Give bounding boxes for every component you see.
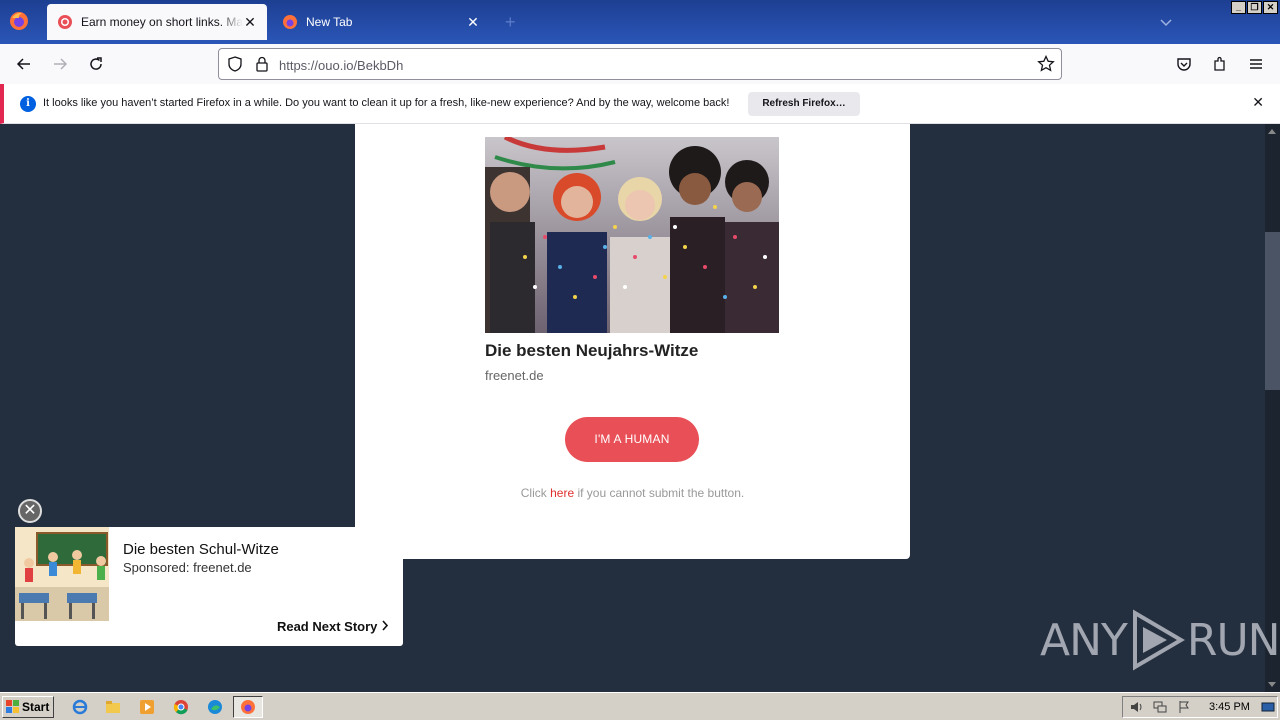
here-link[interactable]: here [550, 486, 574, 500]
action-center-flag-icon[interactable] [1177, 700, 1191, 714]
bookmark-star-icon[interactable] [1037, 55, 1055, 73]
system-tray: 3:45 PM [1122, 696, 1278, 718]
start-button[interactable]: Start [2, 696, 54, 718]
edge-icon[interactable] [207, 699, 223, 715]
windows-logo-icon [6, 700, 19, 713]
tab-earn-money[interactable]: Earn money on short links. Make sh ✕ [47, 4, 267, 40]
media-player-icon[interactable] [139, 699, 155, 715]
story-sponsor: Sponsored: freenet.de [123, 560, 252, 575]
show-desktop-icon[interactable] [1261, 700, 1275, 714]
firefox-favicon-icon [283, 15, 297, 29]
tab-label: Earn money on short links. Make sh [81, 15, 243, 29]
reload-icon[interactable] [87, 55, 105, 73]
close-window-button[interactable]: ✕ [1263, 1, 1278, 14]
tab-label: New Tab [306, 15, 353, 29]
tracking-shield-icon[interactable] [227, 56, 243, 72]
party-photo [485, 137, 779, 333]
sponsored-story-popup[interactable]: Die besten Schul-Witze Sponsored: freene… [15, 527, 403, 646]
scrollbar-thumb[interactable] [1265, 232, 1280, 390]
back-arrow-icon[interactable] [15, 55, 33, 73]
windows-taskbar: Start 3:45 PM [0, 692, 1280, 720]
firefox-taskbar-icon [241, 700, 255, 714]
chevron-right-icon [382, 620, 389, 631]
chrome-icon[interactable] [173, 699, 189, 715]
pocket-icon[interactable] [1175, 55, 1193, 73]
tab-close-icon[interactable]: ✕ [243, 15, 257, 29]
story-title[interactable]: Die besten Schul-Witze [123, 541, 279, 558]
new-tab-button[interactable]: + [505, 12, 516, 33]
scroll-up-icon[interactable] [1268, 129, 1276, 134]
scroll-down-icon[interactable] [1268, 682, 1276, 687]
story-thumbnail[interactable] [15, 527, 109, 621]
im-a-human-button[interactable]: I'M A HUMAN [565, 417, 699, 462]
read-next-story-link[interactable]: Read Next Story [277, 619, 389, 634]
lock-icon[interactable] [255, 56, 269, 72]
info-icon: i [20, 96, 36, 112]
window-controls: _ ❐ ✕ [1231, 1, 1278, 14]
tab-strip: Earn money on short links. Make sh ✕ New… [0, 0, 1280, 44]
minimize-button[interactable]: _ [1231, 1, 1246, 14]
fallback-instructions: Click here if you cannot submit the butt… [355, 486, 910, 500]
content-card: Die besten Neujahrs-Witze freenet.de I'M… [355, 124, 910, 559]
watermark-left-text: ANY [1040, 614, 1128, 666]
anyrun-watermark: ANY RUN [1040, 608, 1280, 672]
firefox-taskbar-button[interactable] [233, 696, 263, 718]
internet-explorer-icon[interactable] [72, 699, 88, 715]
hamburger-menu-icon[interactable] [1247, 55, 1265, 73]
refresh-firefox-notification: i It looks like you haven’t started Fire… [0, 84, 1280, 124]
popup-close-button[interactable]: ✕ [18, 499, 42, 523]
click-text-after: if you cannot submit the button. [574, 486, 745, 500]
url-text[interactable]: https://ouo.io/BekbDh [279, 58, 403, 73]
read-next-label: Read Next Story [276, 619, 378, 634]
file-explorer-icon[interactable] [105, 699, 121, 715]
tab-close-icon[interactable]: ✕ [466, 15, 480, 29]
start-label: Start [22, 700, 50, 714]
tab-new-tab[interactable]: New Tab ✕ [272, 4, 490, 40]
notification-message: It looks like you haven’t started Firefo… [43, 97, 730, 109]
play-logo-icon [1132, 609, 1185, 671]
restore-button[interactable]: ❐ [1247, 1, 1262, 14]
firefox-icon[interactable] [8, 10, 30, 32]
click-text-before: Click [520, 486, 551, 500]
volume-icon[interactable] [1129, 700, 1143, 714]
watermark-right-text: RUN [1186, 614, 1280, 666]
page-scrollbar[interactable] [1265, 124, 1280, 692]
forward-arrow-icon[interactable] [51, 55, 69, 73]
ad-image[interactable] [485, 137, 779, 333]
network-icon[interactable] [1153, 700, 1167, 714]
taskbar-clock[interactable]: 3:45 PM [1209, 701, 1250, 713]
classroom-illustration [15, 527, 109, 621]
chevron-down-icon[interactable] [1158, 14, 1174, 30]
ad-source: freenet.de [485, 368, 544, 383]
refresh-firefox-button[interactable]: Refresh Firefox… [748, 92, 860, 116]
ad-title[interactable]: Die besten Neujahrs-Witze [485, 341, 698, 361]
extensions-icon[interactable] [1211, 55, 1229, 73]
ouo-favicon-icon [58, 15, 72, 29]
url-bar[interactable]: https://ouo.io/BekbDh [218, 48, 1062, 80]
navigation-bar: https://ouo.io/BekbDh [0, 44, 1280, 84]
notification-close-icon[interactable]: ✕ [1252, 94, 1264, 111]
